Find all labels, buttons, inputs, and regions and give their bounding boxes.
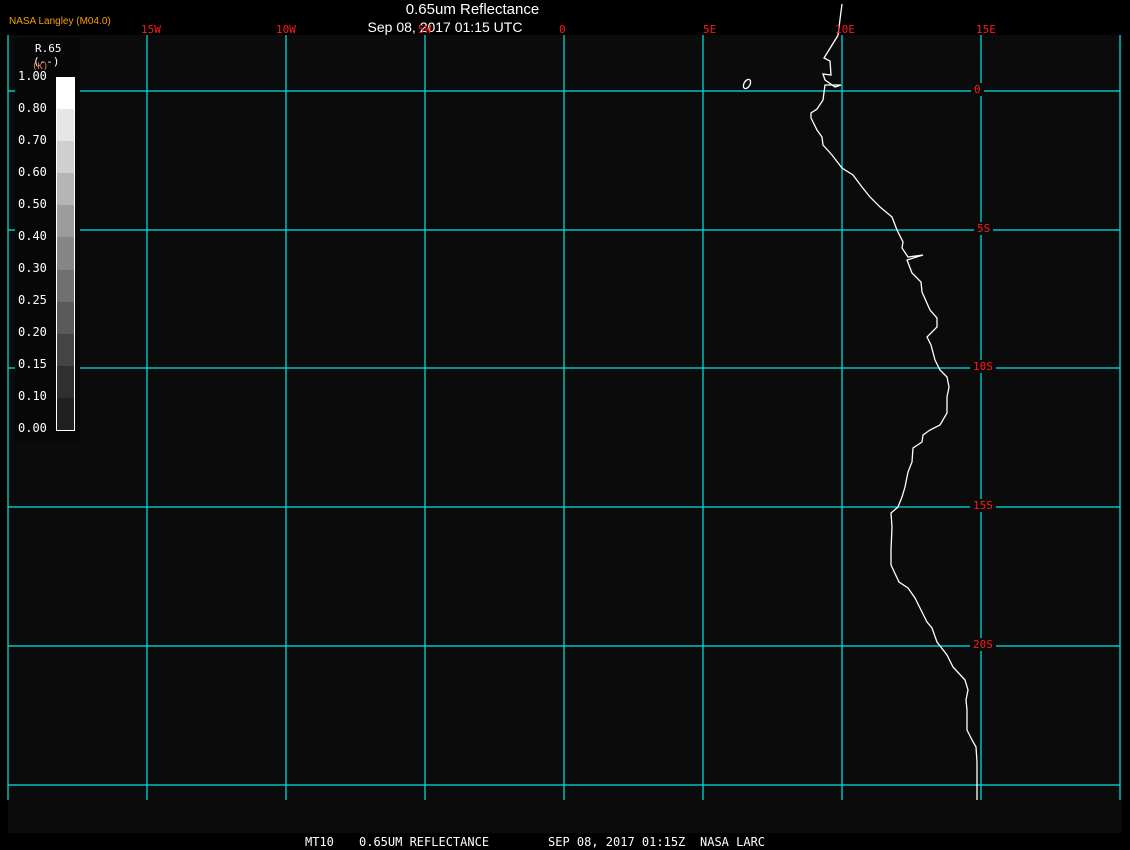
footer-bar: MT10 0.65UM REFLECTANCE SEP 08, 2017 01:… [0,833,1130,850]
legend-variable: R.65 [35,42,62,55]
lon-label: 5W [418,23,432,36]
lat-label: 0 [971,83,984,96]
lat-label: 15S [970,499,996,512]
legend-tick-label: 0.80 [18,101,47,115]
lat-label: 20S [970,638,996,651]
lat-label: 5S [974,222,994,235]
legend-tick-label: 0.70 [18,133,47,147]
legend-tick-label: 0.30 [18,261,47,275]
footer-datetime: SEP 08, 2017 01:15Z [548,835,686,849]
lon-label: 10E [835,23,855,36]
legend-tick-label: 0.25 [18,293,47,307]
legend-tick-label: 0.15 [18,357,47,371]
map-subtitle: Sep 08, 2017 01:15 UTC [367,19,523,35]
lon-label: 15E [976,23,996,36]
footer-channel: 0.65UM REFLECTANCE [359,835,490,849]
footer-product: MT10 [305,835,334,849]
legend-tick-label: 0.50 [18,197,47,211]
legend-tick-label: 0.60 [18,165,47,179]
lon-label: 15W [141,23,161,36]
footer-source: NASA LARC [700,835,766,849]
map-title: 0.65um Reflectance [405,1,540,18]
color-legend: R.65 (--) (K) 1.00 0.80 0.70 0.60 0.50 0.40 0.… [15,38,80,441]
legend-tick-label: 0.40 [18,229,47,243]
map-background [8,35,1122,833]
lon-label: 5E [703,23,717,36]
legend-tick-label: 0.10 [18,389,47,403]
legend-frame [56,77,75,431]
lat-label: 10S [970,360,996,373]
legend-tick-label: 0.20 [18,325,47,339]
lon-label: 0 [559,23,566,36]
legend-tick-label: 1.00 [18,69,47,83]
lon-label: 10W [276,23,296,36]
satellite-map [7,3,1122,833]
legend-tick-label: 0.00 [18,421,47,435]
